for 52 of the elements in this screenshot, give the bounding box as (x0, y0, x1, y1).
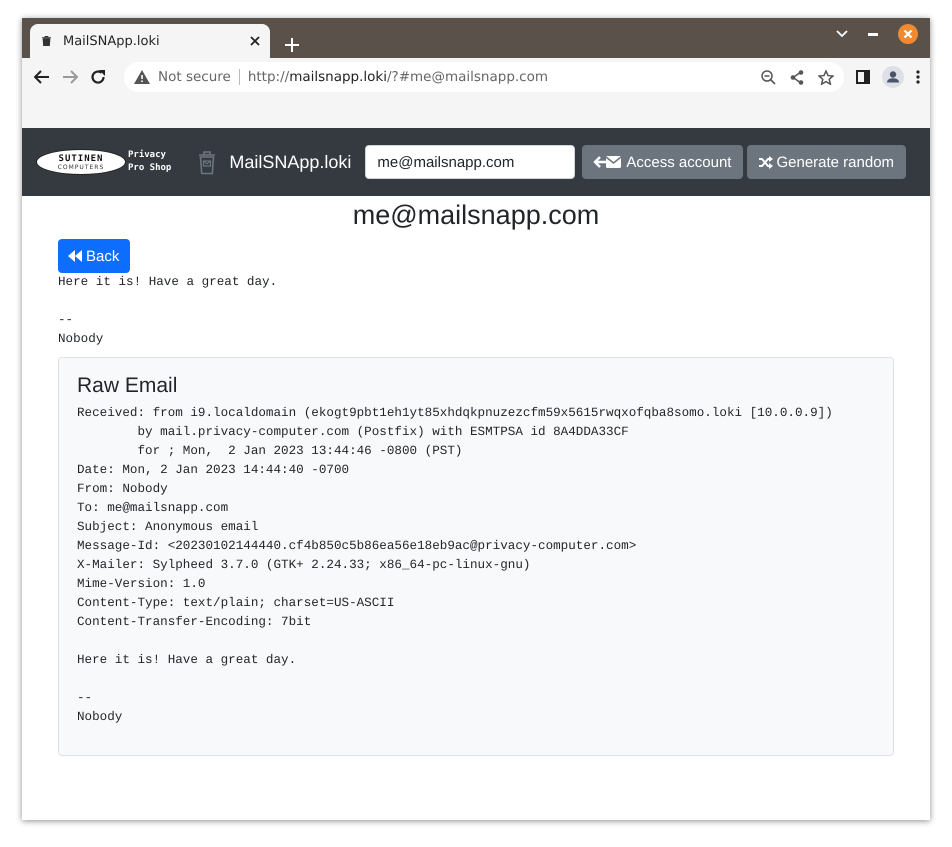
brand-name[interactable]: MailSNApp.loki (229, 152, 352, 172)
text-line: From: Nobody (77, 481, 169, 498)
text-line: by mail.privacy-computer.com (Postfix) with ESMTPSA id 8A4DDA33CF (136, 424, 630, 441)
text-line: Here it is! Have a great day. (58, 274, 278, 291)
rewind-icon (68, 250, 82, 262)
text-line: X-Mailer: Sylpheed 3.7.0 (GTK+ 2.24.33; x86_64-pc-linux-gnu) (77, 557, 532, 574)
browser-tab[interactable]: MailSNApp.loki (30, 24, 270, 58)
reload-icon[interactable] (90, 69, 106, 85)
close-icon[interactable] (250, 36, 260, 46)
text-line: Message-Id: <20230102144440.cf4b850c5b86ea56e18eb9ac@privacy-computer.com> (77, 538, 638, 555)
logo-tagline: Pro Shop (128, 162, 172, 175)
text-line: Content-Type: text/plain; charset=US-ASCII (77, 595, 396, 612)
share-icon[interactable] (790, 70, 804, 84)
security-label: Not secure (158, 69, 231, 85)
star-icon[interactable] (818, 70, 834, 84)
arrow-envelope-icon (593, 155, 624, 169)
warning-icon (134, 70, 150, 84)
forward-arrow-icon[interactable] (62, 70, 78, 84)
menu-icon[interactable] (916, 70, 920, 84)
text-line: -- (58, 312, 74, 329)
close-icon[interactable] (898, 24, 918, 44)
page-heading: me@mailsnapp.com (352, 200, 600, 231)
text-line: Mime-Version: 1.0 (77, 576, 206, 593)
text-line: Here it is! Have a great day. (77, 652, 298, 669)
access-account-button[interactable]: Access account (582, 145, 744, 179)
panel-title: Raw Email (77, 374, 178, 398)
minimize-icon[interactable] (868, 32, 878, 36)
text-line: Content-Transfer-Encoding: 7bit (77, 614, 312, 631)
text-line: for ; Mon, 2 Jan 2023 13:44:46 -0800 (PST) (136, 443, 464, 460)
text-line: To: me@mailsnapp.com (77, 500, 230, 517)
tab-title: MailSNApp.loki (63, 34, 161, 48)
text-line: Date: Mon, 2 Jan 2023 14:44:40 -0700 (77, 462, 350, 479)
text-line: Nobody (58, 331, 104, 348)
chevron-down-icon[interactable] (836, 30, 848, 38)
zoom-out-icon[interactable] (761, 70, 776, 84)
email-field[interactable]: me@mailsnapp.com (365, 145, 576, 179)
text-line: Nobody (77, 709, 124, 726)
side-panel-icon[interactable] (856, 70, 870, 84)
shuffle-icon (758, 156, 774, 168)
new-tab-icon[interactable] (284, 37, 300, 53)
profile-icon[interactable] (882, 66, 904, 88)
address-bar[interactable]: Not secure http://mailsnapp.loki/?#me@mailsnapp.com (124, 62, 844, 92)
trash-icon (42, 36, 51, 46)
back-arrow-icon[interactable] (34, 70, 50, 84)
generate-random-button[interactable]: Generate random (747, 145, 906, 179)
back-button[interactable]: Back (58, 239, 130, 273)
logo-tagline: Privacy (128, 149, 167, 162)
text-line: -- (77, 690, 94, 707)
trash-mail-icon (197, 150, 218, 174)
url-text: http://mailsnapp.loki/?#me@mailsnapp.com (248, 69, 548, 85)
text-line: Received: from i9.localdomain (ekogt9pbt1eh1yt85xhdqkpnuzezcfm59x5615rwqxofqba8somo.loki [10.0.0.9]) (77, 405, 834, 422)
text-line: Subject: Anonymous email (77, 519, 260, 536)
